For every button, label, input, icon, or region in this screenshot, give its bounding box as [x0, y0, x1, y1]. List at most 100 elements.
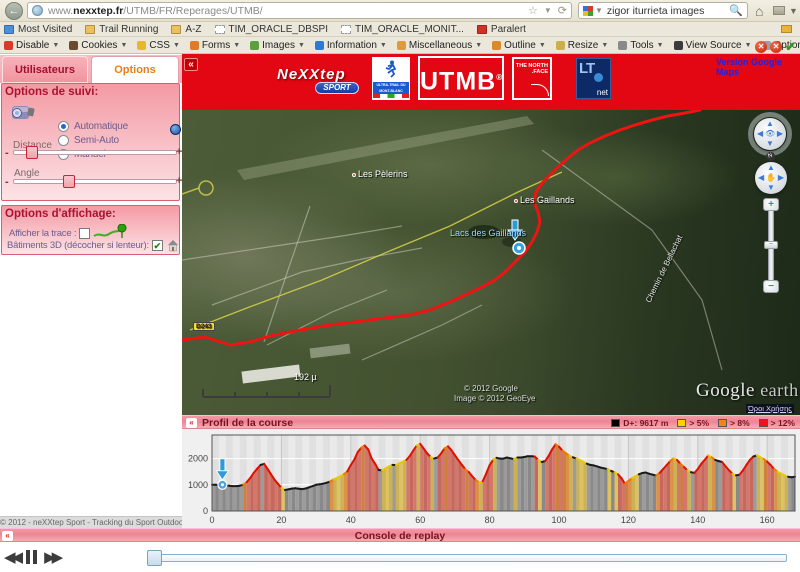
devtool-menu-information[interactable]: Information▼ — [315, 40, 387, 51]
folder-icon — [171, 25, 181, 34]
back-button[interactable]: ← — [5, 2, 23, 20]
zoom-out-button[interactable]: − — [763, 280, 779, 293]
bookmark-star-icon[interactable]: ☆ — [528, 4, 538, 17]
devtool-menu-view-source[interactable]: View Source▼ — [674, 40, 752, 51]
devtool-menu-outline[interactable]: Outline▼ — [492, 40, 546, 51]
map-label-gaillands: Les Gaillands — [514, 195, 575, 205]
valid-icon[interactable]: ✔ — [785, 39, 796, 55]
zoom-in-button[interactable]: + — [763, 198, 779, 211]
devtool-menu-images[interactable]: Images▼ — [250, 40, 305, 51]
dropdown-caret-icon: ▼ — [52, 42, 59, 49]
reload-icon[interactable]: ⟳ — [558, 4, 567, 17]
devtool-label: Forms — [202, 40, 230, 51]
tab-options[interactable]: Options — [91, 56, 179, 83]
panel-options-suivi: Options de suivi: Automatique Semi-Auto … — [1, 83, 180, 201]
devtool-menu-css[interactable]: CSS▼ — [137, 40, 180, 51]
svg-text:2000: 2000 — [188, 454, 208, 464]
legend-swatch — [718, 419, 727, 427]
batiments-3d-row: Bâtiments 3D (décocher si lenteur): ✔ — [7, 238, 180, 252]
angle-minus[interactable]: - — [5, 176, 9, 188]
devtool-label: Miscellaneous — [409, 40, 472, 51]
replay-slider-thumb[interactable] — [147, 550, 162, 566]
tab-utilisateurs[interactable]: Utilisateurs — [2, 56, 88, 83]
devtool-menu-disable[interactable]: Disable▼ — [4, 40, 59, 51]
angle-slider[interactable] — [13, 179, 177, 184]
sidebar-collapse-button[interactable]: « — [184, 58, 198, 71]
look-joystick[interactable]: ▲▼◀▶👁 — [754, 118, 786, 150]
console-title: Console de replay — [0, 530, 800, 542]
chart-legend: D+: 9617 m> 5%> 8%> 12% — [611, 418, 795, 428]
url-dropdown-icon[interactable]: ▼ — [544, 6, 552, 15]
dropdown-caret-icon: ▼ — [173, 42, 180, 49]
bookmark-item[interactable]: TIM_ORACLE_MONIT... — [341, 24, 464, 35]
bookmark-label: TIM_ORACLE_MONIT... — [355, 24, 464, 35]
devtool-menu-cookies[interactable]: Cookies▼ — [69, 40, 127, 51]
copyright-text: © 2012 - neXXtep Sport - Tracking du Spo… — [0, 518, 186, 527]
radio-icon[interactable] — [58, 135, 69, 146]
error-icon[interactable]: ✕ — [770, 41, 782, 53]
svg-text:120: 120 — [621, 515, 636, 525]
sidebar: Utilisateurs Options Options de suivi: A… — [0, 54, 182, 528]
scale-label: 192 µ — [294, 372, 317, 382]
devtool-label: Outline — [504, 40, 536, 51]
home-icon[interactable]: ⌂ — [755, 3, 763, 19]
map-label-pelerins: Les Pèlerins — [352, 169, 408, 179]
distance-slider-thumb[interactable] — [26, 146, 38, 159]
legend-swatch — [677, 419, 686, 427]
bookmarks-overflow-icon[interactable] — [781, 25, 792, 33]
devtool-menu-resize[interactable]: Resize▼ — [556, 40, 609, 51]
devtool-label: View Source — [686, 40, 742, 51]
terms-of-use-link[interactable]: Όροι Χρήσης — [746, 404, 794, 413]
help-globe-icon[interactable] — [170, 124, 181, 135]
radio-automatique[interactable]: Automatique — [58, 121, 128, 132]
toolbar-overflow-icon[interactable]: ▼ — [789, 6, 798, 16]
road-sign-d243: D243 — [193, 322, 215, 331]
devtool-icon — [556, 41, 565, 50]
bookmark-item[interactable]: Trail Running — [85, 24, 158, 35]
radio-semi-auto[interactable]: Semi-Auto — [58, 135, 119, 146]
url-bar[interactable]: www.nexxtep.fr/UTMB/FR/Reperages/UTMB/ ☆… — [27, 2, 572, 19]
toolbar-extra-icon[interactable] — [773, 6, 785, 15]
devtool-menu-forms[interactable]: Forms▼ — [190, 40, 240, 51]
fast-forward-button[interactable]: ▶▶ — [44, 548, 59, 566]
google-earth-map[interactable]: Les Pèlerins Les Gaillands Lacs des Gail… — [182, 110, 800, 415]
search-go-icon[interactable]: 🔍 — [729, 4, 743, 17]
devtool-icon — [315, 41, 324, 50]
bookmark-item[interactable]: A-Z — [171, 24, 201, 35]
rewind-button[interactable]: ◀◀ — [4, 548, 19, 566]
bookmark-item[interactable]: Paralert — [477, 24, 526, 35]
move-joystick[interactable]: ▲▼◀▶✋ — [755, 162, 787, 194]
map-copyright-geoeye: Image © 2012 GeoEye — [454, 394, 536, 403]
collapse-panel-icon[interactable]: « — [186, 418, 197, 428]
suivi-title: Options de suivi: — [5, 86, 98, 98]
pause-button[interactable] — [26, 550, 37, 564]
search-engine-dropdown-icon[interactable]: ▼ — [595, 6, 603, 15]
dropdown-caret-icon: ▼ — [745, 42, 752, 49]
radio-icon[interactable] — [58, 121, 69, 132]
distance-minus[interactable]: - — [5, 147, 9, 159]
devtool-menu-miscellaneous[interactable]: Miscellaneous▼ — [397, 40, 482, 51]
legend-label: > 12% — [771, 418, 795, 428]
legend-item: > 8% — [718, 418, 750, 428]
elevation-profile-svg: 010002000020406080100120140160 — [182, 429, 800, 528]
search-query[interactable]: zigor iturrieta images — [607, 5, 729, 17]
url-text[interactable]: www.nexxtep.fr/UTMB/FR/Reperages/UTMB/ — [48, 5, 522, 17]
replay-timeline-slider[interactable] — [147, 554, 787, 562]
devtool-menu-tools[interactable]: Tools▼ — [618, 40, 663, 51]
search-input[interactable]: ▼ zigor iturrieta images 🔍 — [578, 2, 748, 19]
bookmark-item[interactable]: Most Visited — [4, 24, 72, 35]
elevation-chart[interactable]: 010002000020406080100120140160 — [182, 429, 800, 528]
error-icon[interactable]: ✕ — [755, 41, 767, 53]
afficher-trace-checkbox[interactable] — [79, 228, 90, 239]
camera-icon — [9, 98, 37, 126]
bookmark-label: A-Z — [185, 24, 201, 35]
version-google-maps-link[interactable]: Version Google Maps — [716, 57, 800, 77]
dropdown-caret-icon: ▼ — [601, 42, 608, 49]
batiments-3d-checkbox[interactable]: ✔ — [152, 240, 163, 251]
slider-angle-label: Angle — [14, 168, 40, 179]
replay-controls-row: ◀◀ ▶▶ — [0, 542, 800, 572]
affichage-title: Options d'affichage: — [5, 208, 116, 220]
zoom-slider-handle[interactable]: − — [764, 241, 778, 249]
bookmark-item[interactable]: TIM_ORACLE_DBSPI — [215, 24, 328, 35]
angle-slider-thumb[interactable] — [63, 175, 75, 188]
